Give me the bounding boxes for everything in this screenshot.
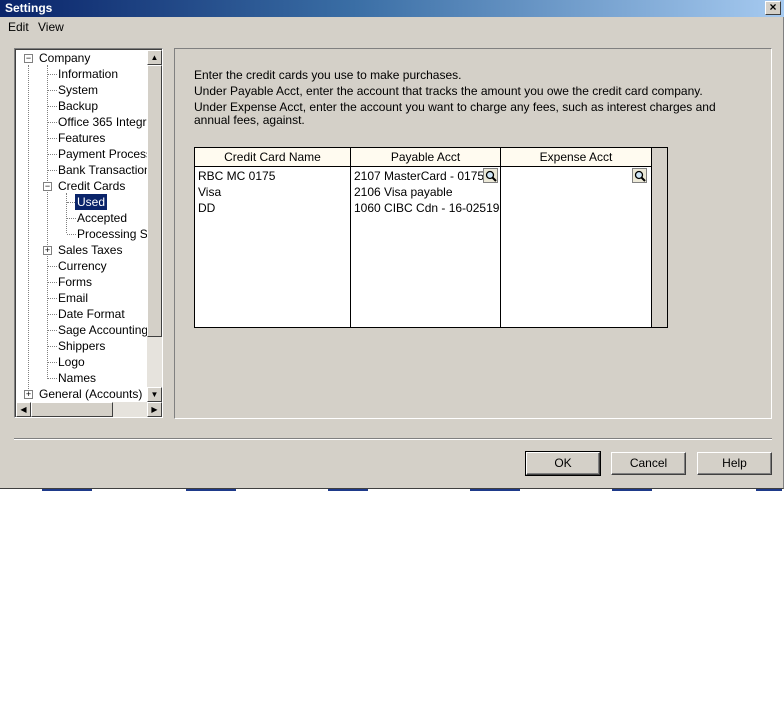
window-title: Settings — [5, 1, 53, 15]
tree-item-payment-processing[interactable]: Payment Processir — [58, 146, 159, 162]
tree-item-sales-taxes[interactable]: Sales Taxes — [58, 242, 122, 258]
tree-connector — [67, 234, 76, 235]
tree-connector — [48, 298, 57, 299]
cell-payable-acct[interactable]: 1060 CIBC Cdn - 16-02519 — [354, 201, 499, 215]
tree-connector — [48, 314, 57, 315]
tree-connector — [48, 282, 57, 283]
tree-connector — [48, 266, 57, 267]
tree-item-system[interactable]: System — [58, 82, 98, 98]
tree-item-processing-services[interactable]: Processing Se — [77, 226, 154, 242]
tree-connector — [48, 346, 57, 347]
tree-connector — [48, 122, 57, 123]
tree-item-company[interactable]: Company — [39, 50, 90, 66]
tree-connector — [28, 65, 29, 395]
tree-item-general-accounts[interactable]: General (Accounts) — [39, 386, 142, 402]
column-divider — [350, 148, 351, 327]
tree-item-bank-transactions[interactable]: Bank Transactions — [58, 162, 157, 178]
tree-vertical-scrollbar[interactable]: ▲ ▼ — [147, 50, 162, 402]
tree-connector — [66, 193, 67, 233]
column-header-expense-acct[interactable]: Expense Acct — [501, 148, 651, 167]
column-divider — [500, 148, 501, 327]
instruction-line-3: Under Expense Acct, enter the account yo… — [194, 100, 716, 114]
menu-bar: Edit View — [0, 18, 784, 36]
cell-card-name[interactable]: Visa — [198, 185, 348, 199]
tree-item-email[interactable]: Email — [58, 290, 88, 306]
column-header-credit-card-name[interactable]: Credit Card Name — [195, 148, 350, 167]
tree-connector — [67, 218, 76, 219]
help-button[interactable]: Help — [697, 452, 772, 475]
button-divider — [14, 438, 772, 440]
tree-connector — [48, 378, 57, 379]
column-header-payable-acct[interactable]: Payable Acct — [351, 148, 500, 167]
tree-connector — [48, 90, 57, 91]
instruction-line-1: Enter the credit cards you use to make p… — [194, 68, 462, 82]
tree-item-accepted[interactable]: Accepted — [77, 210, 127, 226]
cell-card-name[interactable]: RBC MC 0175 — [198, 169, 348, 183]
background-fragment — [756, 489, 782, 491]
background-window-edge — [0, 489, 784, 495]
tree-item-used[interactable]: Used — [75, 194, 108, 210]
tree-expander-sales-taxes[interactable]: + — [43, 246, 52, 255]
expense-lookup-icon[interactable] — [632, 168, 647, 183]
tree-item-backup[interactable]: Backup — [58, 98, 98, 114]
cell-card-name[interactable]: DD — [198, 201, 348, 215]
cell-payable-acct[interactable]: 2107 MasterCard - 0175 W — [354, 169, 483, 183]
tree-connector — [48, 138, 57, 139]
scroll-up-button[interactable]: ▲ — [147, 50, 162, 65]
menu-edit[interactable]: Edit — [8, 20, 29, 34]
tree-item-logo[interactable]: Logo — [58, 354, 85, 370]
tree-item-shippers[interactable]: Shippers — [58, 338, 105, 354]
tree-item-credit-cards[interactable]: Credit Cards — [58, 178, 125, 194]
menu-view[interactable]: View — [38, 20, 64, 34]
background-fragment — [612, 489, 652, 491]
background-fragment — [328, 489, 368, 491]
close-button[interactable]: × — [765, 1, 781, 15]
credit-cards-used-panel: Enter the credit cards you use to make p… — [174, 48, 772, 419]
tree-connector — [48, 362, 57, 363]
tree-connector — [67, 202, 75, 203]
background-fragment — [470, 489, 520, 491]
scroll-left-button[interactable]: ◀ — [16, 402, 31, 417]
cell-payable-acct[interactable]: 2106 Visa payable — [354, 185, 499, 199]
tree-horizontal-scrollbar[interactable]: ◀ ▶ — [16, 402, 162, 417]
credit-cards-grid[interactable]: Credit Card Name Payable Acct Expense Ac… — [194, 147, 668, 328]
scroll-thumb[interactable] — [147, 65, 162, 337]
tree-item-sage-accounting[interactable]: Sage Accounting I — [58, 322, 155, 338]
tree-expander-credit-cards[interactable]: − — [43, 182, 52, 191]
tree-item-information[interactable]: Information — [58, 66, 118, 82]
tree-connector — [48, 154, 57, 155]
background-fragment — [186, 489, 236, 491]
tree-connector — [48, 330, 57, 331]
grid-side-bar — [651, 148, 667, 327]
scroll-down-button[interactable]: ▼ — [147, 387, 162, 402]
tree-connector — [48, 106, 57, 107]
tree-connector — [48, 170, 57, 171]
tree-item-currency[interactable]: Currency — [58, 258, 107, 274]
settings-tree[interactable]: − Company Information System Backup Offi… — [14, 48, 163, 418]
instruction-line-2: Under Payable Acct, enter the account th… — [194, 84, 703, 98]
instruction-line-4: annual fees, against. — [194, 113, 305, 127]
tree-item-forms[interactable]: Forms — [58, 274, 92, 290]
horizontal-scroll-thumb[interactable] — [31, 402, 113, 417]
scroll-right-button[interactable]: ▶ — [147, 402, 162, 417]
payable-lookup-icon[interactable] — [483, 168, 498, 183]
settings-window: Settings × Edit View − Company Informati… — [0, 0, 784, 489]
background-fragment — [42, 489, 92, 491]
ok-button[interactable]: OK — [525, 451, 601, 476]
tree-item-features[interactable]: Features — [58, 130, 105, 146]
cancel-button[interactable]: Cancel — [611, 452, 686, 475]
tree-item-date-format[interactable]: Date Format — [58, 306, 125, 322]
tree-expander-company[interactable]: − — [24, 54, 33, 63]
tree-connector — [48, 74, 57, 75]
tree-expander-general[interactable]: + — [24, 390, 33, 399]
title-bar[interactable]: Settings × — [0, 0, 784, 17]
tree-connector — [47, 65, 48, 379]
tree-item-names[interactable]: Names — [58, 370, 96, 386]
tree-item-office-365[interactable]: Office 365 Integrat — [58, 114, 157, 130]
